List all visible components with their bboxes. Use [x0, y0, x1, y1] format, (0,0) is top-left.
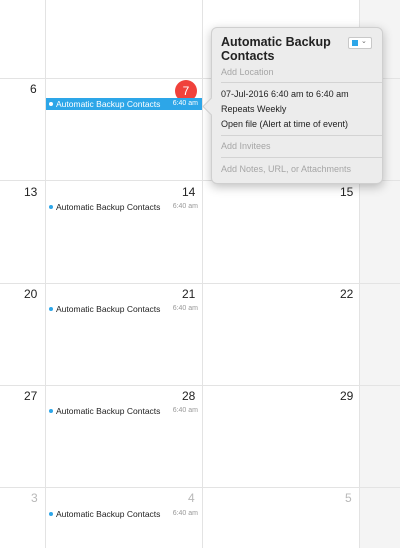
divider [221, 135, 382, 136]
grid-line [0, 487, 400, 488]
event-alert[interactable]: Open file (Alert at time of event) [221, 119, 348, 130]
day-number[interactable]: 28 [182, 389, 195, 403]
day-number[interactable]: 14 [182, 185, 195, 199]
day-number[interactable]: 5 [345, 491, 352, 505]
divider [221, 82, 382, 83]
event-time: 6:40 am [172, 203, 198, 210]
invitees-field[interactable]: Add Invitees [221, 141, 271, 152]
grid-line [45, 0, 46, 548]
calendar-event[interactable]: Automatic Backup Contacts 6:40 am [46, 201, 202, 213]
day-number[interactable]: 22 [340, 287, 353, 301]
calendar-event[interactable]: Automatic Backup Contacts 6:40 am [46, 303, 202, 315]
day-number[interactable]: 20 [24, 287, 37, 301]
event-title-field[interactable]: Automatic Backup Contacts [221, 35, 341, 63]
event-dot-icon [49, 102, 53, 107]
event-dot-icon [49, 307, 53, 312]
calendar-event[interactable]: Automatic Backup Contacts 6:40 am [46, 98, 202, 110]
location-field[interactable]: Add Location [221, 67, 274, 77]
event-title: Automatic Backup Contacts [56, 406, 161, 416]
event-title: Automatic Backup Contacts [56, 202, 161, 212]
event-dot-icon [49, 409, 53, 414]
calendar-event[interactable]: Automatic Backup Contacts 6:40 am [46, 508, 202, 520]
event-time: 6:40 am [172, 100, 198, 107]
event-time: 6:40 am [172, 305, 198, 312]
event-repeat[interactable]: Repeats Weekly [221, 104, 286, 115]
calendar-event[interactable]: Automatic Backup Contacts 6:40 am [46, 405, 202, 417]
day-number[interactable]: 6 [30, 82, 37, 96]
day-number[interactable]: 27 [24, 389, 37, 403]
event-time: 6:40 am [172, 510, 198, 517]
event-dot-icon [49, 512, 53, 517]
divider [221, 157, 382, 158]
color-swatch [352, 40, 358, 46]
event-time: 6:40 am [172, 407, 198, 414]
event-title: Automatic Backup Contacts [56, 509, 161, 519]
day-number[interactable]: 21 [182, 287, 195, 301]
grid-line [0, 283, 400, 284]
day-number[interactable]: 29 [340, 389, 353, 403]
calendar-color-picker[interactable]: ⌄ [348, 37, 372, 49]
day-number[interactable]: 3 [31, 491, 38, 505]
day-number[interactable]: 15 [340, 185, 353, 199]
day-number[interactable]: 4 [188, 491, 195, 505]
event-detail-popover: Automatic Backup Contacts ⌄ Add Location… [202, 27, 383, 184]
event-title: Automatic Backup Contacts [56, 99, 161, 109]
day-number[interactable]: 13 [24, 185, 37, 199]
event-title: Automatic Backup Contacts [56, 304, 161, 314]
notes-field[interactable]: Add Notes, URL, or Attachments [221, 164, 351, 175]
grid-line [0, 385, 400, 386]
grid-line [202, 0, 203, 548]
event-dot-icon [49, 205, 53, 210]
event-datetime[interactable]: 07-Jul-2016 6:40 am to 6:40 am [221, 89, 349, 100]
chevron-down-icon: ⌄ [361, 38, 367, 45]
